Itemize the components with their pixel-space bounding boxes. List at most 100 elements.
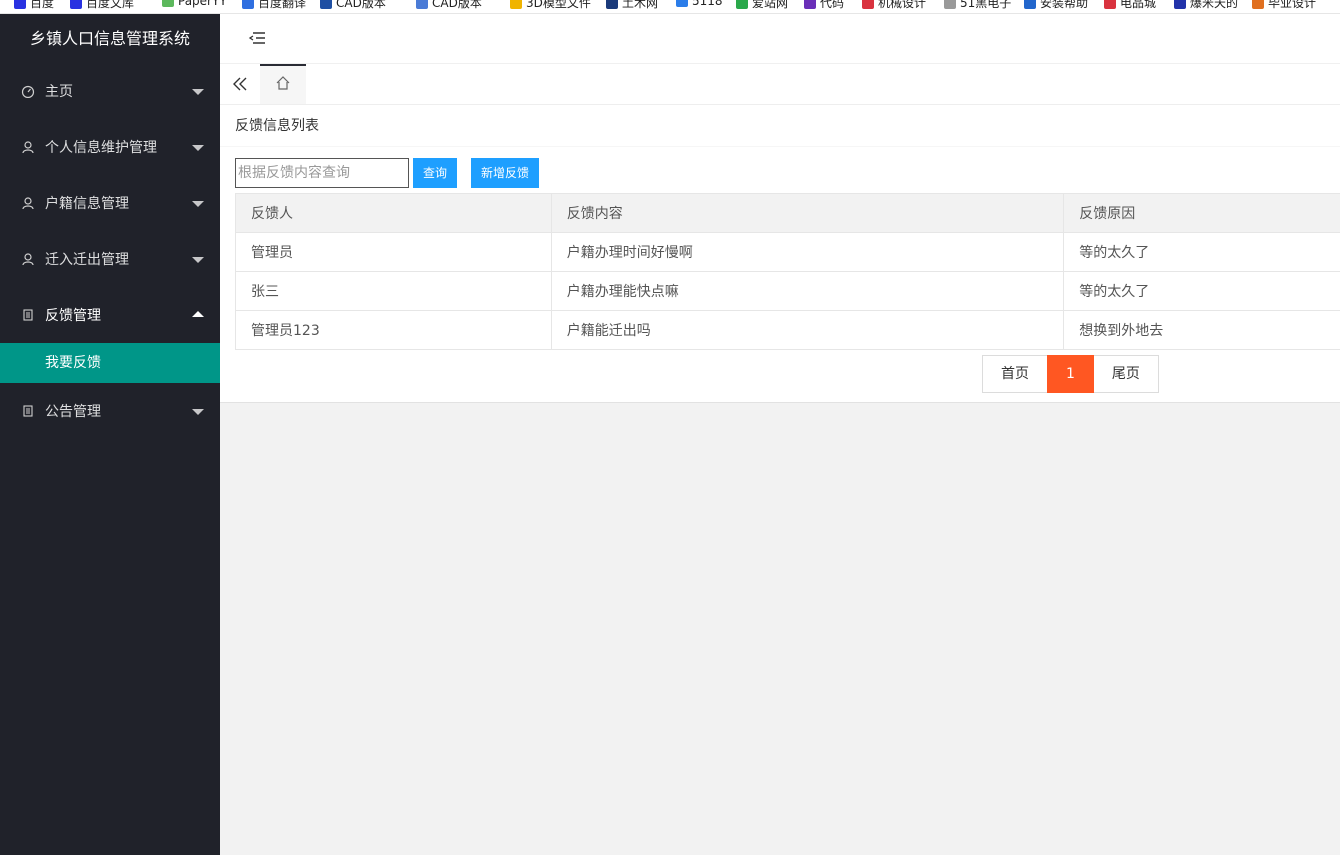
feedback-submenu: 我要反馈 — [0, 343, 220, 383]
sidebar-item-label: 户籍信息管理 — [45, 196, 129, 212]
bookmark-label: 土木网 — [622, 0, 659, 10]
sidebar-item-personal-info[interactable]: 个人信息维护管理 — [0, 119, 220, 175]
sidebar-item-label: 主页 — [45, 84, 73, 100]
table-row[interactable]: 管理员123 户籍能迁出吗 想换到外地去 — [235, 310, 1340, 350]
user-icon — [20, 195, 36, 211]
sidebar-item-label: 反馈管理 — [45, 308, 101, 324]
chevron-down-icon — [192, 145, 204, 151]
user-icon — [20, 251, 36, 267]
bookmark-label: 安装帮助 — [1040, 0, 1089, 10]
current-page-button[interactable]: 1 — [1047, 355, 1094, 393]
table-cell: 管理员123 — [235, 310, 552, 350]
bookmark-label: 百度翻译 — [258, 0, 307, 10]
feedback-table: 反馈人 反馈内容 反馈原因 管理员 户籍办理时间好慢啊 等的太久了 张三 户籍办… — [235, 193, 1340, 350]
table-row[interactable]: 管理员 户籍办理时间好慢啊 等的太久了 — [235, 232, 1340, 272]
bookmark-favicon-icon — [862, 0, 874, 9]
pagination: 首页 1 尾页 — [982, 355, 1159, 393]
bookmark-favicon-icon — [162, 0, 174, 7]
bookmark-favicon-icon — [320, 0, 332, 9]
tabs-bar — [220, 64, 1340, 105]
sidebar-item-migration[interactable]: 迁入迁出管理 — [0, 231, 220, 287]
sidebar-item-home[interactable]: 主页 — [0, 63, 220, 119]
bookmark-favicon-icon — [736, 0, 748, 9]
bookmark-favicon-icon — [14, 0, 26, 9]
first-page-button[interactable]: 首页 — [982, 355, 1047, 393]
top-header — [220, 14, 1340, 64]
add-feedback-button[interactable]: 新增反馈 — [471, 158, 540, 188]
page-title: 反馈信息列表 — [220, 105, 1340, 147]
bookmark-item[interactable]: 爱站网 — [736, 0, 788, 11]
bookmark-item[interactable]: 土木网 — [606, 0, 658, 11]
search-input[interactable] — [235, 158, 409, 188]
bookmark-favicon-icon — [242, 0, 254, 9]
search-toolbar: 查询 新增反馈 — [235, 157, 540, 189]
table-cell: 户籍办理时间好慢啊 — [550, 232, 1065, 272]
bookmark-item[interactable]: CAD版本 — [320, 0, 386, 11]
last-page-button[interactable]: 尾页 — [1093, 355, 1159, 393]
document-icon — [20, 403, 36, 419]
bookmark-favicon-icon — [1024, 0, 1036, 9]
bookmark-item[interactable]: 机械设计 — [862, 0, 926, 11]
bookmark-favicon-icon — [416, 0, 428, 9]
bookmark-label: 机械设计 — [878, 0, 927, 10]
bookmark-favicon-icon — [70, 0, 82, 9]
table-cell: 管理员 — [235, 232, 552, 272]
bookmark-favicon-icon — [676, 0, 688, 7]
bookmark-favicon-icon — [1174, 0, 1186, 9]
app-title: 乡镇人口信息管理系统 — [29, 29, 190, 48]
table-cell: 户籍办理能快点嘛 — [550, 271, 1065, 311]
tab-home[interactable] — [260, 64, 306, 104]
sidebar: 乡镇人口信息管理系统 主页 个人信息维护管理 户籍信息管理 迁入迁出管理 反馈管… — [0, 14, 220, 855]
bookmark-item[interactable]: 爆米天的 — [1174, 0, 1238, 11]
user-icon — [20, 139, 36, 155]
bookmark-favicon-icon — [944, 0, 956, 9]
column-header: 反馈内容 — [550, 193, 1065, 233]
sidebar-item-label: 公告管理 — [45, 404, 101, 420]
sidebar-item-household[interactable]: 户籍信息管理 — [0, 175, 220, 231]
bookmark-item[interactable]: 3D模型文件 — [510, 0, 591, 11]
table-cell: 等的太久了 — [1063, 232, 1340, 272]
bookmark-item[interactable]: 安装帮助 — [1024, 0, 1088, 11]
table-header-row: 反馈人 反馈内容 反馈原因 — [235, 193, 1340, 233]
bookmark-item[interactable]: 代码 — [804, 0, 844, 11]
bookmark-item[interactable]: 电品城 — [1104, 0, 1156, 11]
bookmark-label: 爱站网 — [752, 0, 789, 10]
bookmark-label: CAD版本 — [432, 0, 482, 10]
feedback-card: 反馈信息列表 查询 新增反馈 反馈人 反馈内容 反馈原因 管理员 户籍办理时间好… — [220, 105, 1340, 403]
bookmark-item[interactable]: 毕业设计 — [1252, 0, 1316, 11]
sidebar-item-announcement[interactable]: 公告管理 — [0, 383, 220, 439]
bookmark-favicon-icon — [1252, 0, 1264, 9]
bookmark-label: 51黑电子 — [960, 0, 1012, 10]
bookmark-item[interactable]: 51黑电子 — [944, 0, 1011, 11]
sidebar-item-label: 个人信息维护管理 — [45, 140, 157, 156]
submenu-item-my-feedback[interactable]: 我要反馈 — [0, 343, 220, 383]
table-cell: 户籍能迁出吗 — [550, 310, 1065, 350]
home-icon — [275, 75, 291, 95]
bookmark-label: 5118 — [692, 0, 723, 8]
bookmark-label: 电品城 — [1120, 0, 1157, 10]
bookmark-favicon-icon — [804, 0, 816, 9]
bookmark-favicon-icon — [606, 0, 618, 9]
table-cell: 张三 — [235, 271, 552, 311]
bookmark-label: 百度 — [30, 0, 55, 10]
document-icon — [20, 307, 36, 323]
bookmark-favicon-icon — [1104, 0, 1116, 9]
table-cell: 想换到外地去 — [1063, 310, 1340, 350]
bookmarks-bar: 百度 百度文库 PaperYY 百度翻译 CAD版本 CAD版本 3D模型文件 土木网 5118… — [0, 0, 1340, 14]
bookmark-item[interactable]: 百度翻译 — [242, 0, 306, 11]
sidebar-item-feedback[interactable]: 反馈管理 — [0, 287, 220, 343]
query-button[interactable]: 查询 — [413, 158, 458, 188]
bookmark-item[interactable]: PaperYY — [162, 0, 227, 8]
chevron-down-icon — [192, 201, 204, 207]
bookmark-favicon-icon — [510, 0, 522, 9]
bookmark-item[interactable]: 百度文库 — [70, 0, 134, 11]
column-header: 反馈原因 — [1063, 193, 1340, 233]
chevron-down-icon — [192, 257, 204, 263]
bookmark-label: 爆米天的 — [1190, 0, 1239, 10]
double-chevron-left-icon[interactable] — [220, 64, 260, 104]
table-row[interactable]: 张三 户籍办理能快点嘛 等的太久了 — [235, 271, 1340, 311]
bookmark-item[interactable]: CAD版本 — [416, 0, 482, 11]
bookmark-item[interactable]: 百度 — [14, 0, 54, 11]
bookmark-item[interactable]: 5118 — [676, 0, 723, 8]
menu-toggle-icon[interactable] — [248, 30, 268, 48]
